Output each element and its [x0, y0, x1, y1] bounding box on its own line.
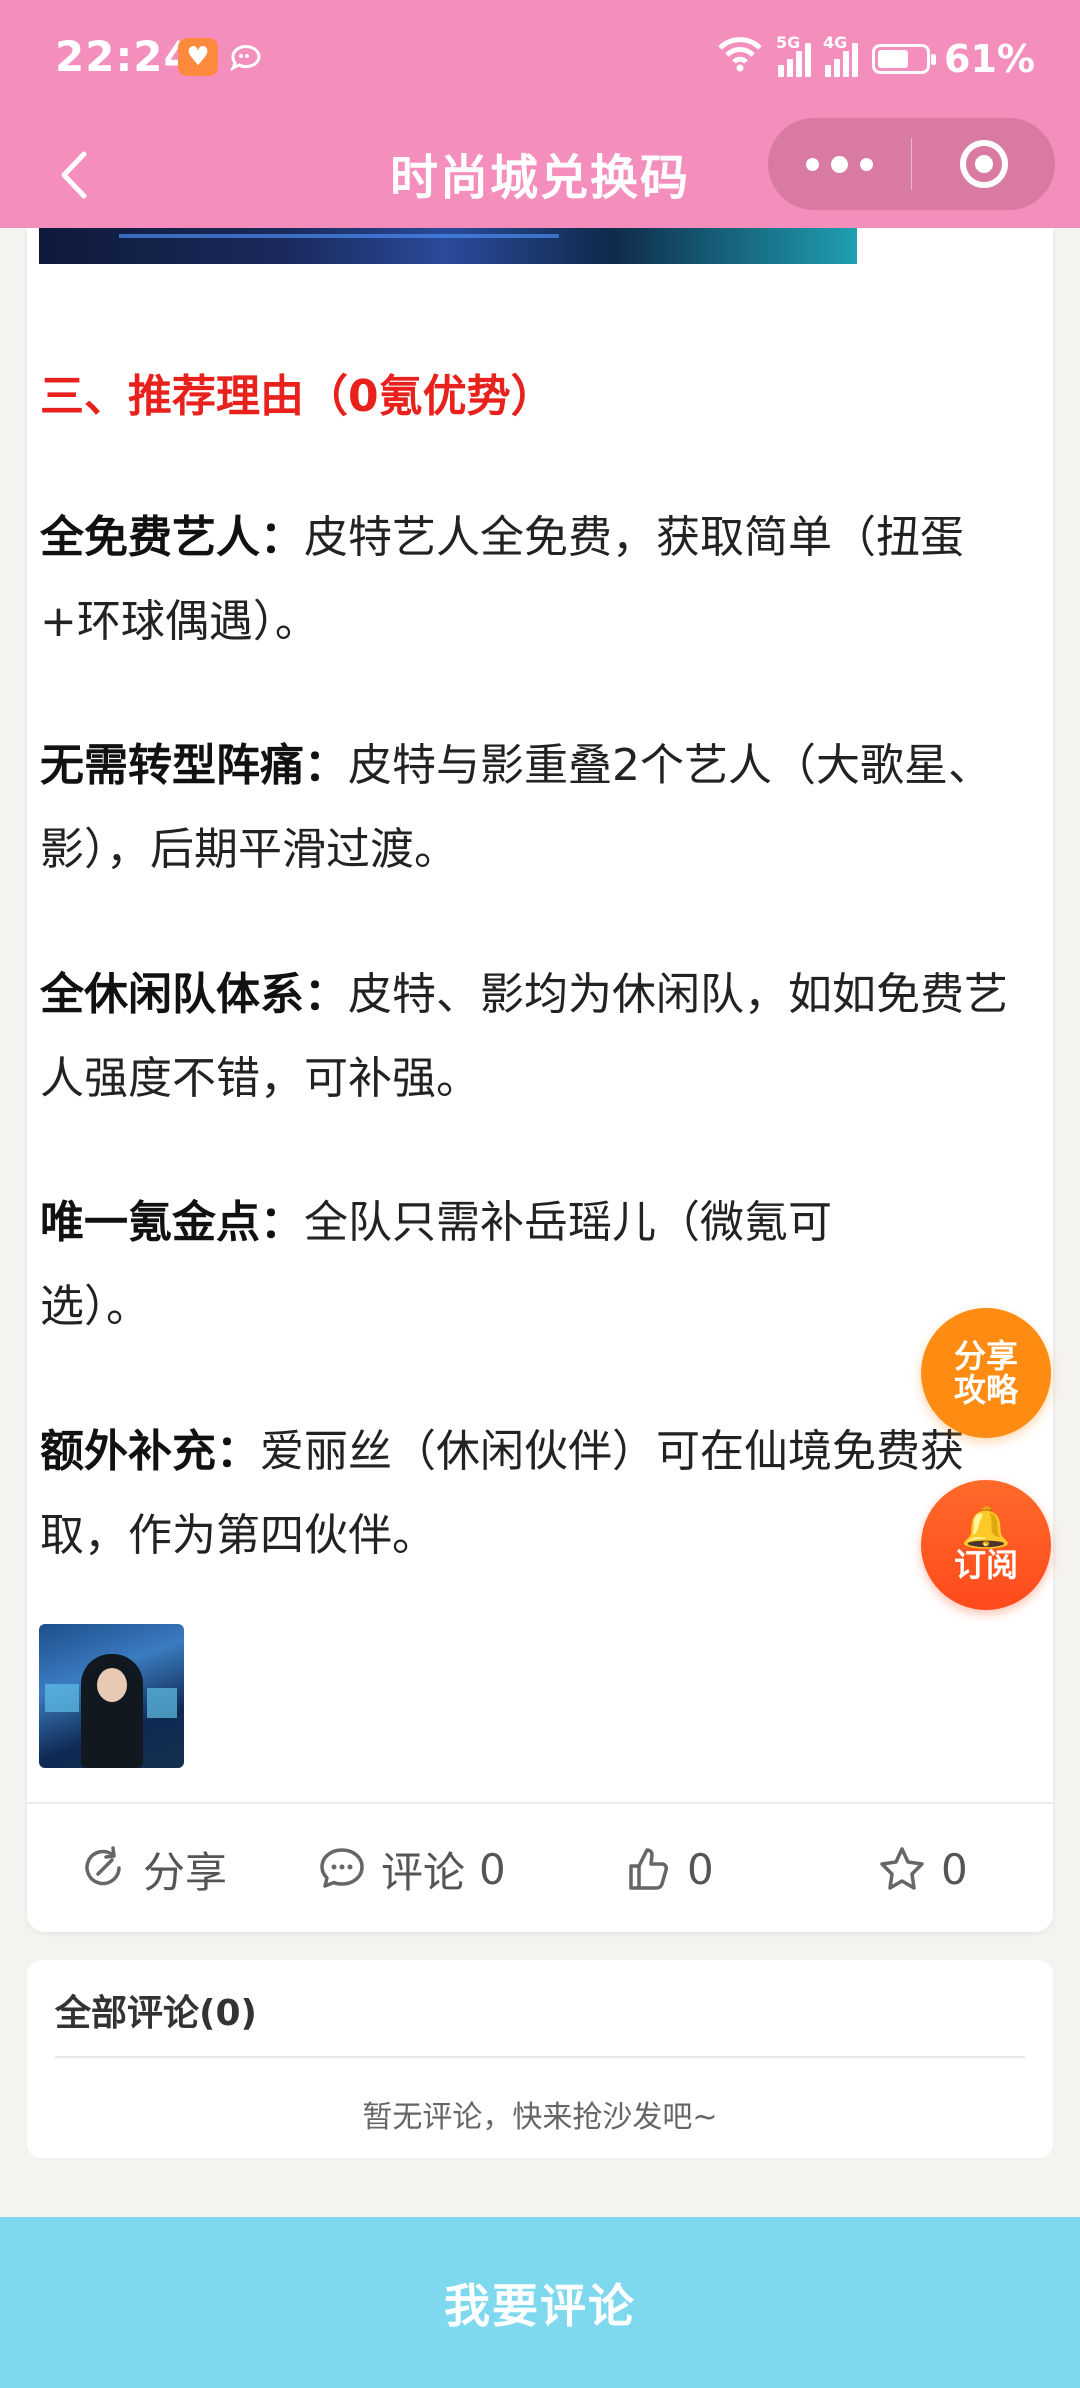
chat-app-icon — [226, 38, 266, 76]
share-label: 分享 — [143, 1847, 228, 1897]
comments-section: 全部评论(0) 暂无评论，快来抢沙发吧~ — [27, 1960, 1053, 2158]
paragraph-casual-team: 全休闲队体系：皮特、影均为休闲队，如如免费艺人强度不错，可补强。 — [40, 953, 1030, 1121]
more-dot-icon — [806, 157, 819, 171]
bell-icon: 🔔 — [961, 1505, 1011, 1551]
heart-app-icon: ♥ — [178, 38, 218, 76]
subscribe-button[interactable]: 🔔 订阅 — [921, 1480, 1051, 1610]
more-dot-icon — [860, 157, 873, 171]
miniprogram-capsule — [768, 118, 1055, 210]
share-guide-line1: 分享 — [953, 1337, 1018, 1375]
paragraph-label: 全免费艺人： — [40, 512, 304, 563]
battery-percent: 61% — [944, 36, 1035, 81]
comment-count: 0 — [479, 1844, 506, 1894]
comment-icon — [320, 1848, 364, 1888]
battery-icon — [872, 43, 937, 74]
article-image-top — [39, 228, 857, 264]
status-time: 22:24 — [55, 32, 194, 81]
status-bar: 22:24 ♥ 5G 4G 61% — [0, 0, 1080, 118]
comment-label: 评论 — [381, 1847, 466, 1897]
paragraph-label: 全休闲队体系： — [40, 969, 348, 1020]
close-miniprogram-button[interactable] — [912, 118, 1055, 210]
comments-divider — [55, 2056, 1025, 2058]
comments-empty-text: 暂无评论，快来抢沙发吧~ — [362, 2100, 718, 2135]
share-guide-line2: 攻略 — [953, 1371, 1018, 1409]
status-indicators: 5G 4G 61% — [716, 33, 1035, 81]
network-4g-label: 4G — [823, 32, 848, 52]
status-app-icons: ♥ — [178, 38, 266, 76]
share-guide-button[interactable]: 分享 攻略 — [921, 1308, 1051, 1438]
paragraph-extra: 额外补充：爱丽丝（休闲伙伴）可在仙境免费获取，作为第四伙伴。 — [40, 1410, 1030, 1578]
write-comment-label: 我要评论 — [444, 2278, 636, 2333]
paragraph-free-artists: 全免费艺人：皮特艺人全免费，获取简单（扭蛋+环球偶遇）。 — [40, 496, 1030, 664]
paragraph-only-payment: 唯一氪金点：全队只需补岳瑶儿（微氪可选）。 — [40, 1181, 920, 1349]
favorite-button[interactable]: 0 — [877, 1834, 968, 1904]
action-bar: 分享 评论 0 0 0 — [27, 1804, 1053, 1932]
subscribe-label: 订阅 — [953, 1546, 1018, 1584]
nav-bar: 时尚城兑换码 — [0, 118, 1080, 228]
more-dot-icon — [831, 155, 848, 173]
like-button[interactable]: 0 — [623, 1834, 714, 1904]
network-5g-label: 5G — [776, 32, 801, 52]
write-comment-button[interactable]: 我要评论 — [0, 2217, 1080, 2388]
favorite-count: 0 — [941, 1844, 968, 1894]
signal-4g-icon: 4G — [823, 33, 859, 77]
paragraph-label: 无需转型阵痛： — [40, 740, 348, 791]
comments-title: 全部评论(0) — [55, 1993, 257, 2034]
target-icon — [959, 140, 1008, 188]
thumbs-up-icon — [629, 1848, 668, 1890]
more-menu-button[interactable] — [768, 118, 911, 210]
wifi-icon — [716, 36, 764, 81]
paragraph-label: 额外补充： — [40, 1426, 260, 1477]
paragraph-no-transition: 无需转型阵痛：皮特与影重叠2个艺人（大歌星、影），后期平滑过渡。 — [40, 724, 1030, 892]
signal-5g-icon: 5G — [776, 33, 812, 77]
like-count: 0 — [687, 1844, 714, 1894]
article-thumbnail-image[interactable] — [39, 1624, 184, 1768]
paragraph-label: 唯一氪金点： — [40, 1197, 304, 1248]
share-button[interactable]: 分享 — [79, 1834, 227, 1904]
comment-button[interactable]: 评论 0 — [317, 1834, 506, 1904]
star-icon — [880, 1847, 924, 1890]
share-icon — [85, 1846, 121, 1886]
section-heading: 三、推荐理由（0氪优势） — [40, 371, 555, 422]
article-card: 三、推荐理由（0氪优势） 全免费艺人：皮特艺人全免费，获取简单（扭蛋+环球偶遇）… — [27, 228, 1053, 1932]
